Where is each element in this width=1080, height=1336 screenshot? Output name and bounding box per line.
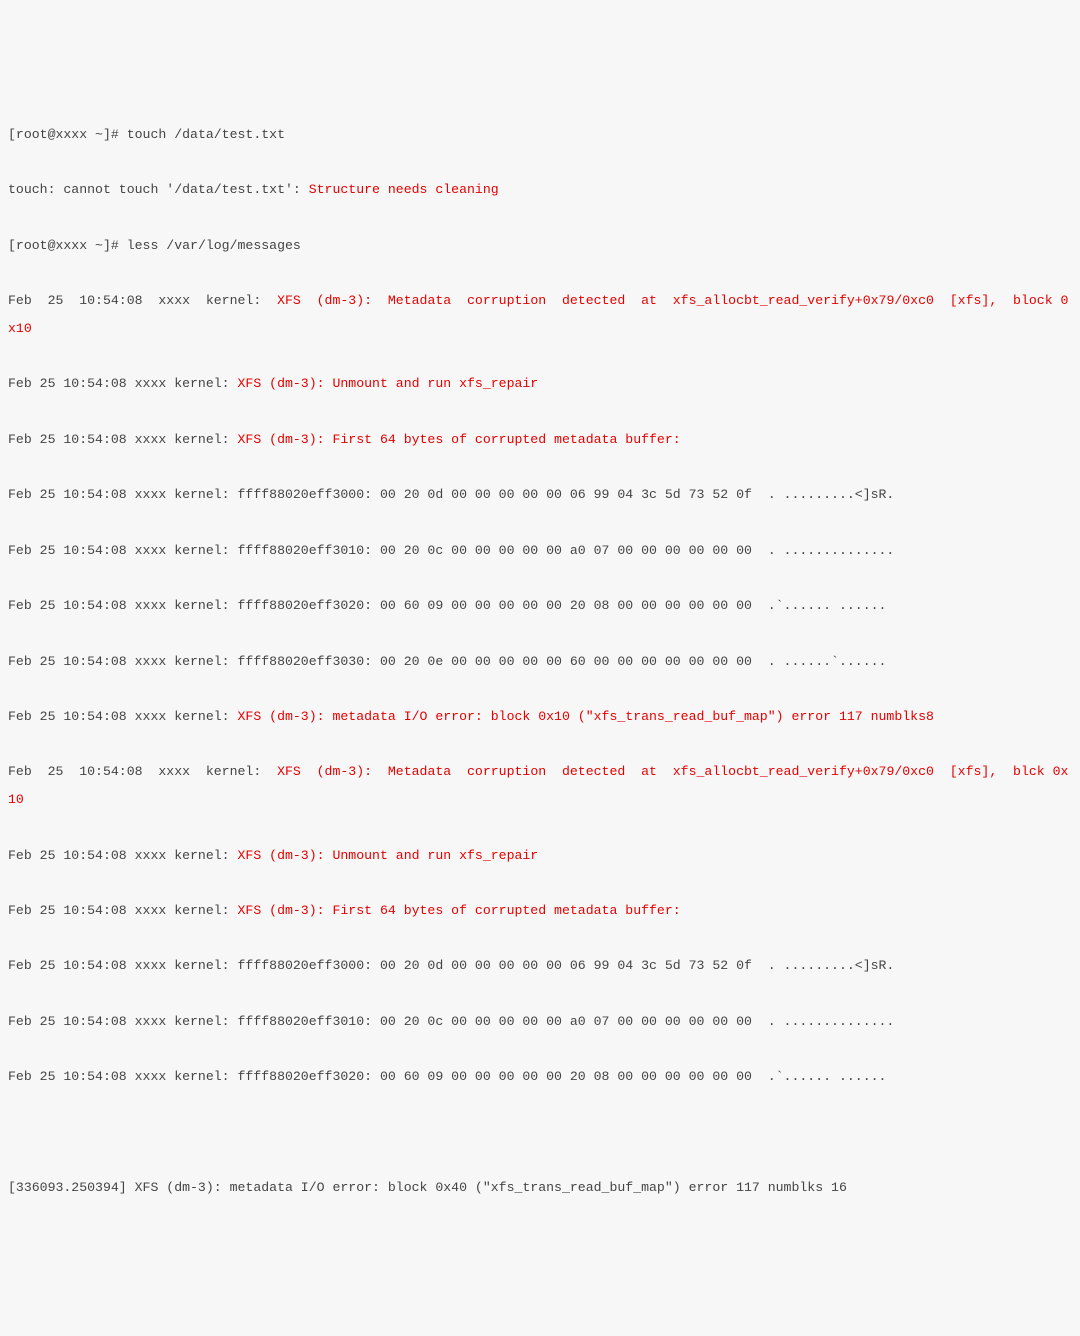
log-text: [336093.250394] XFS (dm-3): metadata I/O… bbox=[8, 1180, 847, 1195]
log-timestamp: Feb 25 10:54:08 xxxx kernel: bbox=[8, 709, 238, 724]
log-xfs-unmount: XFS (dm-3): Unmount and run xfs_repair bbox=[238, 848, 539, 863]
log-timestamp: Feb 25 10:54:08 xxxx kernel: bbox=[8, 903, 238, 918]
log-hexdump: ffff88020eff3000: 00 20 0d 00 00 00 00 0… bbox=[238, 958, 895, 973]
log-timestamp: Feb 25 10:54:08 xxxx kernel: bbox=[8, 764, 277, 779]
prompt: [root@xxxx ~]# bbox=[8, 238, 127, 253]
log-hexdump: ffff88020eff3020: 00 60 09 00 00 00 00 0… bbox=[238, 598, 887, 613]
log-timestamp: Feb 25 10:54:08 xxxx kernel: bbox=[8, 432, 238, 447]
log-line: Feb 25 10:54:08 xxxx kernel: ffff88020ef… bbox=[8, 1063, 1072, 1091]
prompt: [root@xxxx ~]# bbox=[8, 127, 127, 142]
log-hexdump: ffff88020eff3020: 00 60 09 00 00 00 00 0… bbox=[238, 1069, 887, 1084]
shell-command-2: [root@xxxx ~]# less /var/log/messages bbox=[8, 232, 1072, 260]
command-text: touch /data/test.txt bbox=[127, 127, 285, 142]
blank-line bbox=[8, 1119, 1072, 1147]
log-xfs-ioerror: XFS (dm-3): metadata I/O error: block 0x… bbox=[238, 709, 934, 724]
log-xfs-first64: XFS (dm-3): First 64 bytes of corrupted … bbox=[238, 903, 681, 918]
command-text: less /var/log/messages bbox=[127, 238, 301, 253]
log-timestamp: Feb 25 10:54:08 xxxx kernel: bbox=[8, 848, 238, 863]
log-xfs-first64: XFS (dm-3): First 64 bytes of corrupted … bbox=[238, 432, 681, 447]
log-timestamp: Feb 25 10:54:08 xxxx kernel: bbox=[8, 376, 238, 391]
log-hexdump: ffff88020eff3030: 00 20 0e 00 00 00 00 0… bbox=[238, 654, 887, 669]
log-line: Feb 25 10:54:08 xxxx kernel: XFS (dm-3):… bbox=[8, 842, 1072, 870]
log-line: Feb 25 10:54:08 xxxx kernel: XFS (dm-3):… bbox=[8, 426, 1072, 454]
log-line: Feb 25 10:54:08 xxxx kernel: XFS (dm-3):… bbox=[8, 758, 1072, 813]
log-xfs-unmount: XFS (dm-3): Unmount and run xfs_repair bbox=[238, 376, 539, 391]
log-hexdump: ffff88020eff3010: 00 20 0c 00 00 00 00 0… bbox=[238, 543, 895, 558]
log-line: Feb 25 10:54:08 xxxx kernel: ffff88020ef… bbox=[8, 1008, 1072, 1036]
log-line: Feb 25 10:54:08 xxxx kernel: ffff88020ef… bbox=[8, 592, 1072, 620]
log-timestamp: Feb 25 10:54:08 xxxx kernel: bbox=[8, 487, 238, 502]
error-prefix: touch: cannot touch '/data/test.txt': bbox=[8, 182, 309, 197]
log-dmesg-error: [336093.250394] XFS (dm-3): metadata I/O… bbox=[8, 1174, 1072, 1202]
touch-error-line: touch: cannot touch '/data/test.txt': St… bbox=[8, 176, 1072, 204]
log-line: Feb 25 10:54:08 xxxx kernel: XFS (dm-3):… bbox=[8, 703, 1072, 731]
shell-command-1: [root@xxxx ~]# touch /data/test.txt bbox=[8, 121, 1072, 149]
log-timestamp: Feb 25 10:54:08 xxxx kernel: bbox=[8, 543, 238, 558]
log-line: Feb 25 10:54:08 xxxx kernel: ffff88020ef… bbox=[8, 648, 1072, 676]
log-timestamp: Feb 25 10:54:08 xxxx kernel: bbox=[8, 654, 238, 669]
log-timestamp: Feb 25 10:54:08 xxxx kernel: bbox=[8, 958, 238, 973]
log-line: Feb 25 10:54:08 xxxx kernel: ffff88020ef… bbox=[8, 952, 1072, 980]
log-hexdump: ffff88020eff3010: 00 20 0c 00 00 00 00 0… bbox=[238, 1014, 895, 1029]
log-timestamp: Feb 25 10:54:08 xxxx kernel: bbox=[8, 1069, 238, 1084]
log-line: Feb 25 10:54:08 xxxx kernel: XFS (dm-3):… bbox=[8, 897, 1072, 925]
error-message: Structure needs cleaning bbox=[309, 182, 499, 197]
log-hexdump: ffff88020eff3000: 00 20 0d 00 00 00 00 0… bbox=[238, 487, 895, 502]
log-timestamp: Feb 25 10:54:08 xxxx kernel: bbox=[8, 1014, 238, 1029]
log-timestamp: Feb 25 10:54:08 xxxx kernel: bbox=[8, 293, 277, 308]
log-line: Feb 25 10:54:08 xxxx kernel: XFS (dm-3):… bbox=[8, 287, 1072, 342]
log-line: Feb 25 10:54:08 xxxx kernel: ffff88020ef… bbox=[8, 537, 1072, 565]
log-timestamp: Feb 25 10:54:08 xxxx kernel: bbox=[8, 598, 238, 613]
log-line: Feb 25 10:54:08 xxxx kernel: ffff88020ef… bbox=[8, 481, 1072, 509]
log-line: Feb 25 10:54:08 xxxx kernel: XFS (dm-3):… bbox=[8, 370, 1072, 398]
